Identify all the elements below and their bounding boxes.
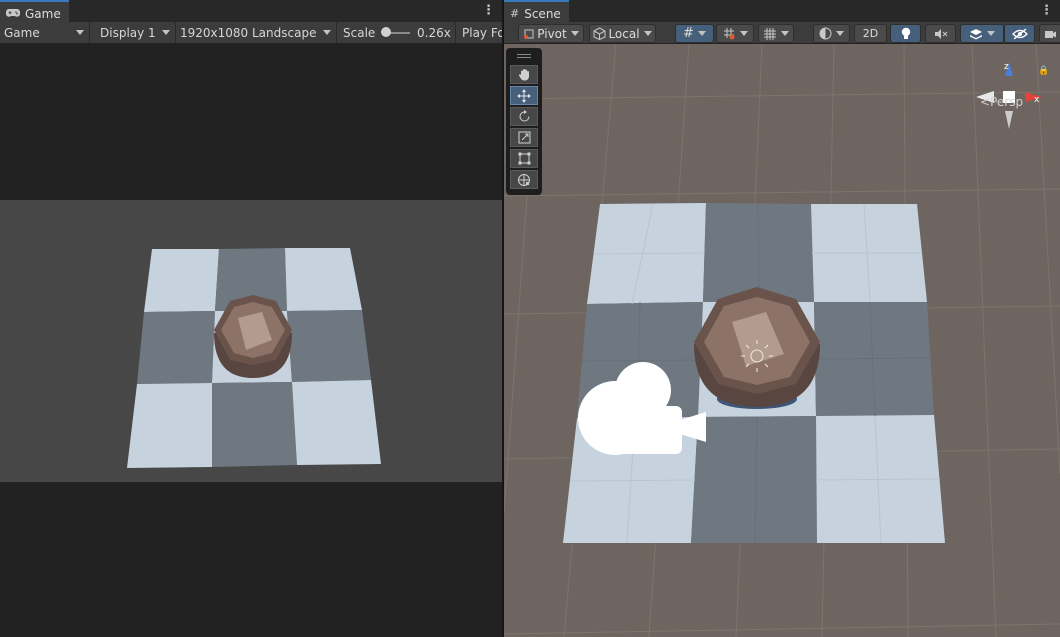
snap-increment-icon: [724, 27, 735, 39]
game-tab-bar: Game ⋮: [0, 0, 502, 23]
chevron-down-icon: [836, 31, 844, 36]
audio-toggle[interactable]: [925, 24, 956, 43]
grid-icon: [764, 27, 776, 40]
draw-mode-dropdown[interactable]: [813, 24, 850, 43]
sphere-shading-icon: [819, 27, 832, 40]
drag-handle-icon[interactable]: [517, 54, 531, 55]
play-focused-label: Play Fo: [462, 25, 502, 40]
chevron-down-icon: [76, 30, 84, 35]
chevron-down-icon: [697, 31, 706, 36]
gizmo-x-label: x: [1034, 95, 1040, 105]
play-focused-dropdown[interactable]: Play Fo: [456, 22, 502, 43]
pivot-dropdown[interactable]: Pivot: [518, 24, 584, 43]
scale-slider-handle[interactable]: [381, 27, 391, 37]
grid-visibility-toggle[interactable]: [758, 24, 794, 43]
game-render-area: [0, 200, 502, 482]
persp-arrow-icon: <: [980, 95, 991, 109]
mode-2d-toggle[interactable]: 2D: [854, 24, 887, 43]
space-label: Local: [608, 26, 640, 41]
tab-game-label: Game: [25, 6, 61, 21]
kebab-menu-icon[interactable]: ⋮: [482, 3, 495, 18]
scale-label: Scale: [343, 25, 376, 40]
display-label: Display 1: [100, 25, 156, 40]
projection-label: Persp: [990, 95, 1024, 109]
transform-icon: [518, 173, 530, 186]
chevron-down-icon: [781, 31, 789, 36]
scale-tool-button[interactable]: [510, 128, 538, 147]
rotate-tool-button[interactable]: [510, 107, 538, 126]
pivot-icon: [524, 29, 534, 39]
chevron-down-icon: [162, 30, 170, 35]
chevron-down-icon: [570, 31, 579, 36]
mute-icon: [934, 28, 947, 39]
game-view-panel: Game ⋮ Game Display 1 1920x1080 Landscap…: [0, 0, 502, 637]
gizmo-z-label: z: [1004, 62, 1009, 72]
eye-slash-icon: [1011, 27, 1028, 40]
lightbulb-icon: [901, 27, 910, 39]
kebab-menu-icon[interactable]: ⋮: [1040, 3, 1053, 18]
projection-toggle[interactable]: <Persp: [980, 95, 1023, 109]
rect-tool-button[interactable]: [510, 149, 538, 168]
grid-snapping-toggle[interactable]: #: [675, 24, 714, 43]
scale-value: 0.26x: [417, 25, 451, 40]
game-render-svg: [127, 248, 381, 468]
view-mode-label: Game: [4, 25, 40, 40]
hash-icon: #: [510, 7, 520, 20]
resolution-label: 1920x1080 Landscape: [180, 25, 317, 40]
transform-tool-button[interactable]: [510, 170, 538, 189]
scene-tab-bar: # Scene ⋮: [504, 0, 1060, 23]
move-tool-button[interactable]: [510, 86, 538, 105]
hidden-objects-toggle[interactable]: [1004, 24, 1035, 43]
chevron-down-icon: [740, 31, 748, 36]
rect-transform-icon: [518, 152, 530, 165]
scene-toolbar: Pivot Local # 2D: [504, 22, 1060, 44]
increment-snapping-toggle[interactable]: [716, 24, 754, 43]
camera-icon: [1045, 30, 1056, 38]
tab-scene-label: Scene: [524, 6, 561, 21]
lock-icon: 🔒: [1038, 65, 1049, 76]
resolution-dropdown[interactable]: 1920x1080 Landscape: [176, 22, 337, 43]
tab-game[interactable]: Game: [0, 0, 69, 22]
tools-overlay: [506, 48, 542, 195]
effects-dropdown[interactable]: [960, 24, 1004, 43]
mode-2d-label: 2D: [862, 27, 879, 40]
scale-icon: [518, 131, 530, 144]
gamepad-icon: [6, 7, 20, 21]
scene-view-panel: # Scene ⋮ Pivot Local # 2D z x 🔒 <Persp: [504, 0, 1060, 637]
rotate-icon: [519, 110, 529, 122]
lighting-toggle[interactable]: [890, 24, 921, 43]
game-toolbar: Game Display 1 1920x1080 Landscape Scale…: [0, 22, 502, 44]
chevron-down-icon: [643, 31, 652, 36]
display-dropdown[interactable]: Display 1: [90, 22, 176, 43]
chevron-down-icon: [987, 31, 995, 36]
pivot-label: Pivot: [537, 26, 567, 41]
move-arrows-icon: [517, 88, 531, 103]
tab-scene[interactable]: # Scene: [504, 0, 569, 22]
hand-tool-button[interactable]: [510, 65, 538, 84]
chevron-down-icon: [323, 30, 331, 35]
camera-settings-button[interactable]: [1039, 24, 1060, 43]
cube-icon: [593, 27, 606, 40]
hand-icon: [518, 69, 529, 81]
grid-snap-icon: #: [683, 26, 694, 41]
space-dropdown[interactable]: Local: [589, 24, 656, 43]
view-mode-dropdown[interactable]: Game: [0, 22, 90, 43]
layers-effects-icon: [970, 28, 982, 39]
